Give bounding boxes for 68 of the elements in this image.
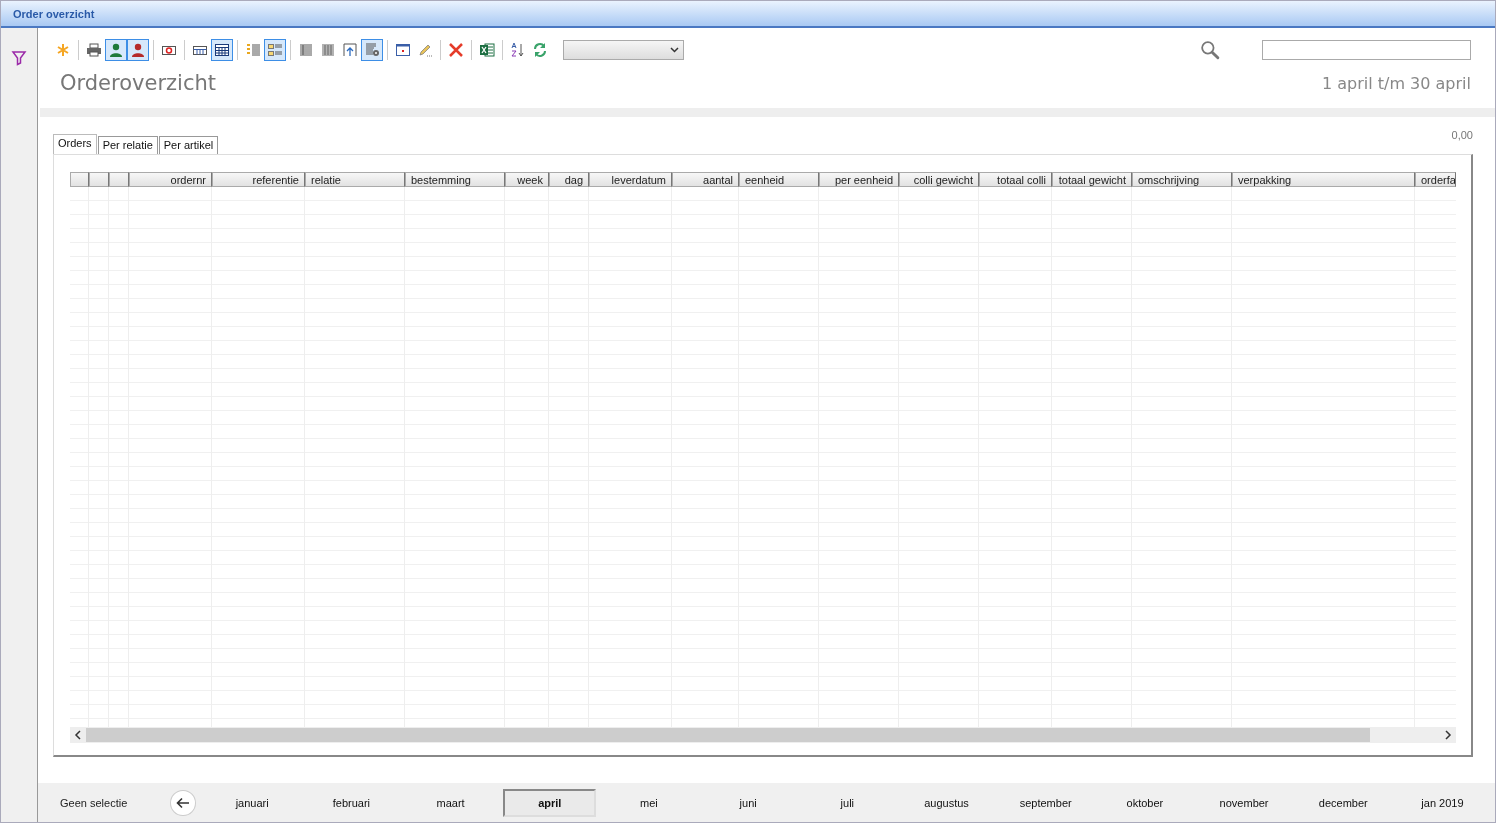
month-button[interactable]: jan 2019 [1395, 788, 1490, 817]
asterisk-icon [55, 42, 71, 58]
month-button[interactable]: maart [403, 788, 498, 817]
column-header[interactable]: relatie [305, 172, 405, 187]
total-value: 0,00 [1451, 129, 1473, 141]
scrollbar-thumb[interactable] [86, 728, 1370, 742]
column-header[interactable]: dag [549, 172, 589, 187]
column-header[interactable] [70, 172, 89, 187]
toolbar-button[interactable] [361, 39, 383, 61]
column-header[interactable]: week [505, 172, 549, 187]
align-top-icon [342, 42, 358, 58]
column-header[interactable]: totaal colli [979, 172, 1052, 187]
column-header[interactable]: colli gewicht [899, 172, 979, 187]
tab[interactable]: Per artikel [158, 136, 219, 154]
person-icon [108, 42, 124, 58]
column-header[interactable]: aantal [672, 172, 739, 187]
table-gear-icon [364, 42, 380, 58]
month-button[interactable]: oktober [1098, 788, 1192, 817]
arrow-left-icon [175, 796, 190, 809]
chevron-down-icon [670, 47, 679, 53]
column-header[interactable]: omschrijving [1132, 172, 1232, 187]
column-header[interactable]: ordernr [129, 172, 212, 187]
search-icon[interactable] [1200, 39, 1220, 61]
column-header[interactable]: per eenheid [819, 172, 899, 187]
window-title: Order overzicht [13, 7, 95, 20]
column-header[interactable]: orderfa [1415, 172, 1456, 187]
column-header[interactable]: referentie [212, 172, 305, 187]
page-title: Orderoverzicht [60, 71, 216, 95]
column-header[interactable] [109, 172, 129, 187]
column-header[interactable]: bestemming [405, 172, 505, 187]
search-field[interactable] [1262, 40, 1471, 60]
month-button[interactable]: december [1296, 788, 1390, 817]
column-header[interactable]: verpakking [1232, 172, 1415, 187]
tab[interactable]: Orders [53, 134, 97, 154]
delete-icon [448, 42, 464, 58]
month-button[interactable]: juni [701, 788, 795, 817]
column-header[interactable]: totaal gewicht [1052, 172, 1132, 187]
calendar-icon [395, 42, 411, 58]
list-icon [245, 42, 261, 58]
toolbar-button[interactable] [211, 39, 233, 61]
grid-icon [214, 42, 230, 58]
month-button[interactable]: augustus [899, 788, 994, 817]
column-header[interactable]: eenheid [739, 172, 819, 187]
back-button[interactable] [170, 789, 196, 816]
refresh-icon [532, 42, 548, 58]
printer-icon [86, 42, 102, 58]
horizontal-scrollbar[interactable] [70, 727, 1456, 743]
column-header[interactable] [89, 172, 109, 187]
tab[interactable]: Per relatie [97, 136, 158, 154]
month-button[interactable]: mei [602, 788, 696, 817]
month-button[interactable]: november [1197, 788, 1291, 817]
table-icon [320, 42, 336, 58]
toolbar-button[interactable] [127, 39, 149, 61]
pencil-icon [417, 42, 433, 58]
period-label: 1 april t/m 30 april [1322, 73, 1471, 93]
spreadsheet-icon [479, 42, 495, 58]
table-icon [298, 42, 314, 58]
filter-icon[interactable] [11, 50, 27, 66]
month-button[interactable]: februari [304, 788, 398, 817]
sort-icon [510, 42, 526, 58]
no-selection-link[interactable]: Geen selectie [60, 796, 159, 809]
month-button[interactable]: januari [205, 788, 299, 817]
person-icon [130, 42, 146, 58]
month-button[interactable]: september [999, 788, 1093, 817]
month-button[interactable]: juli [800, 788, 894, 817]
list-icon [267, 42, 283, 58]
month-button[interactable]: april [503, 788, 597, 817]
column-header[interactable]: leverdatum [589, 172, 672, 187]
